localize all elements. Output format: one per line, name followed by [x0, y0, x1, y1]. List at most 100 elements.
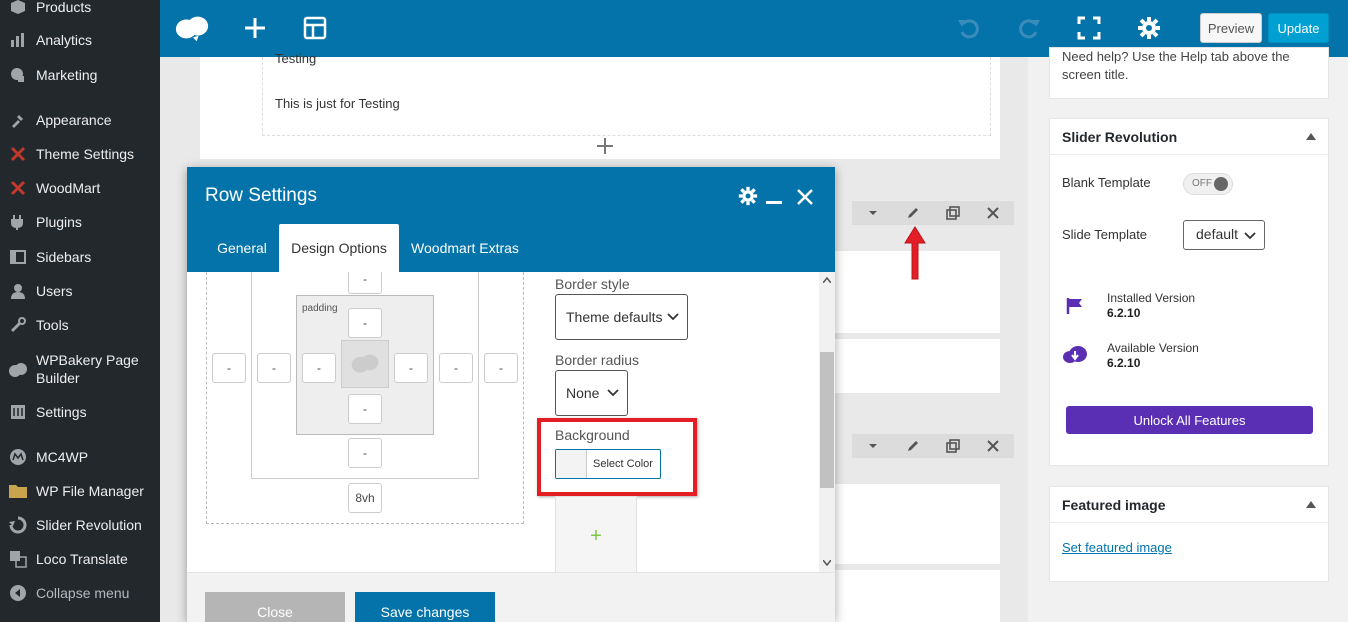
sidebar-item-tools[interactable]: Tools: [0, 310, 160, 340]
sidebar-item-label: WP File Manager: [36, 483, 144, 499]
modal-scrollbar[interactable]: [819, 272, 835, 572]
undo-button[interactable]: [951, 10, 987, 46]
sidebar-item-sidebars[interactable]: Sidebars: [0, 242, 160, 272]
border-top-input[interactable]: -: [348, 272, 382, 294]
available-version-value: 6.2.10: [1107, 356, 1141, 370]
border-style-label: Border style: [555, 276, 630, 292]
padding-left-input[interactable]: -: [302, 353, 336, 383]
padding-bottom-input[interactable]: -: [348, 394, 382, 424]
set-featured-image-link[interactable]: Set featured image: [1062, 540, 1172, 555]
row-edit-button[interactable]: [900, 434, 926, 458]
sidebar-item-wp-file-manager[interactable]: WP File Manager: [0, 476, 160, 506]
toggle-panel-icon[interactable]: [1306, 501, 1316, 508]
modal-settings-button[interactable]: [738, 186, 758, 206]
padding-right-input[interactable]: -: [394, 353, 428, 383]
wpbakery-logo-button[interactable]: [174, 10, 210, 46]
padding-top-input[interactable]: -: [348, 308, 382, 338]
add-element-button[interactable]: [237, 10, 273, 46]
wpbakery-logo-icon: [175, 16, 209, 42]
row-delete-button[interactable]: [980, 201, 1006, 225]
row-edit-button[interactable]: [900, 201, 926, 225]
sidebar-item-label: Collapse menu: [36, 585, 130, 601]
redo-icon: [1019, 19, 1040, 39]
text-block-element[interactable]: Testing This is just for Testing: [262, 51, 991, 136]
margin-bottom-input[interactable]: 8vh: [348, 483, 382, 513]
add-background-image-button[interactable]: +: [555, 496, 637, 572]
help-text: Need help? Use the Help tab above the sc…: [1062, 49, 1290, 82]
border-right-input[interactable]: -: [439, 353, 473, 383]
sidebar-item-woodmart[interactable]: WoodMart: [0, 173, 160, 203]
page-settings-button[interactable]: [1131, 10, 1167, 46]
sidebar-item-label: Analytics: [36, 32, 93, 48]
row-dropdown-button[interactable]: [860, 201, 886, 225]
wpbakery-logo-icon: [351, 354, 379, 373]
save-changes-button[interactable]: Save changes: [355, 592, 495, 622]
select-color-button[interactable]: Select Color: [555, 449, 661, 479]
tab-general[interactable]: General: [205, 224, 279, 272]
toggle-knob: [1214, 177, 1228, 191]
products-icon: [8, 0, 28, 17]
chevron-down-icon: [869, 211, 877, 215]
sidebar-item-label: WoodMart: [36, 180, 101, 196]
templates-button[interactable]: [297, 10, 333, 46]
modal-title: Row Settings: [205, 185, 317, 206]
scroll-down-icon: [823, 560, 831, 566]
blank-template-toggle[interactable]: OFF: [1183, 173, 1233, 195]
row-delete-button[interactable]: [980, 434, 1006, 458]
featured-image-box: Featured image Set featured image: [1049, 486, 1329, 582]
settings-icon: [8, 402, 28, 422]
sidebar-item-products[interactable]: Products: [0, 0, 160, 22]
sidebar-item-users[interactable]: Users: [0, 276, 160, 306]
tab-woodmart-extras[interactable]: Woodmart Extras: [399, 224, 531, 272]
border-bottom-input[interactable]: -: [348, 438, 382, 468]
sidebar-item-settings[interactable]: Settings: [0, 397, 160, 427]
unlock-features-button[interactable]: Unlock All Features: [1066, 406, 1313, 434]
sidebar-item-marketing[interactable]: Marketing: [0, 60, 160, 90]
sidebar-item-plugins[interactable]: Plugins: [0, 207, 160, 237]
fullscreen-button[interactable]: [1071, 10, 1107, 46]
modal-close-button[interactable]: [797, 189, 813, 205]
border-left-input[interactable]: -: [257, 353, 291, 383]
update-button[interactable]: Update: [1268, 13, 1329, 43]
row-clone-button[interactable]: [940, 201, 966, 225]
toggle-panel-icon[interactable]: [1306, 133, 1316, 140]
fullscreen-icon: [1077, 16, 1101, 40]
border-radius-select[interactable]: None: [555, 370, 628, 416]
row-clone-button[interactable]: [940, 434, 966, 458]
sidebar-item-theme-settings[interactable]: Theme Settings: [0, 139, 160, 169]
margin-left-input[interactable]: -: [212, 353, 246, 383]
sidebar-item-label: MC4WP: [36, 449, 89, 465]
slide-template-value: default: [1196, 226, 1239, 242]
marketing-icon: [8, 65, 28, 85]
pencil-icon: [908, 441, 918, 451]
sidebar-item-wpbakery[interactable]: WPBakery Page Builder: [0, 350, 160, 390]
redo-button[interactable]: [1011, 10, 1047, 46]
sidebar-item-label: Appearance: [36, 112, 112, 128]
undo-icon: [958, 19, 979, 39]
add-element-below-button[interactable]: [597, 138, 613, 154]
slide-template-select[interactable]: default: [1183, 220, 1265, 250]
scrollbar-thumb[interactable]: [820, 352, 834, 488]
sidebar-item-label: Sidebars: [36, 249, 92, 265]
collapse-icon: [8, 583, 28, 603]
sidebar-item-loco-translate[interactable]: Loco Translate: [0, 544, 160, 574]
sidebar-item-label: Users: [36, 283, 73, 299]
sidebar-item-appearance[interactable]: Appearance: [0, 105, 160, 135]
sidebar-item-mc4wp[interactable]: MC4WP: [0, 442, 160, 472]
tab-design-options[interactable]: Design Options: [279, 224, 399, 272]
collapse-menu-button[interactable]: Collapse menu: [0, 578, 160, 608]
sidebar-item-slider-revolution[interactable]: Slider Revolution: [0, 510, 160, 540]
minimize-button[interactable]: [766, 201, 782, 204]
cloud-download-icon: [1062, 346, 1088, 364]
preview-button[interactable]: Preview: [1200, 13, 1262, 43]
pencil-icon: [908, 208, 918, 218]
close-icon: [797, 189, 813, 205]
close-icon: [987, 207, 999, 219]
installed-version-value: 6.2.10: [1107, 306, 1141, 320]
border-style-select[interactable]: Theme defaults: [555, 294, 688, 340]
toggle-state-text: OFF: [1192, 178, 1212, 189]
row-dropdown-button[interactable]: [860, 434, 886, 458]
close-button[interactable]: Close: [205, 592, 345, 622]
margin-right-input[interactable]: -: [484, 353, 518, 383]
sidebar-item-analytics[interactable]: Analytics: [0, 25, 160, 55]
